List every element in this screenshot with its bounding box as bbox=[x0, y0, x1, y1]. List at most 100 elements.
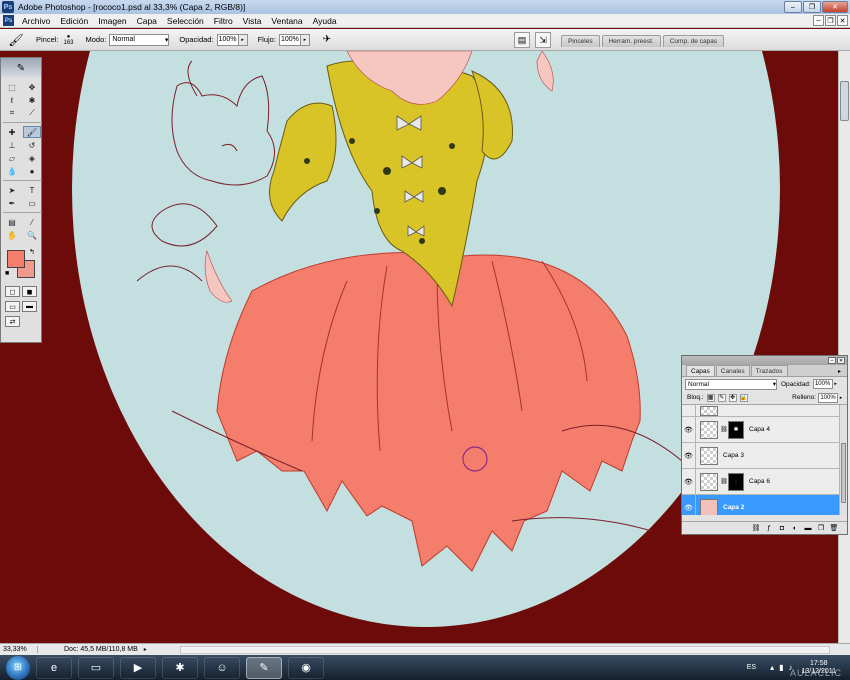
standard-mode-icon[interactable]: ◻ bbox=[5, 286, 20, 297]
lock-position-icon[interactable]: ✥ bbox=[728, 393, 737, 402]
bridge-icon[interactable]: ⇲ bbox=[535, 32, 551, 48]
notes-tool-icon[interactable]: ▤ bbox=[3, 216, 21, 228]
default-colors-icon[interactable]: ■ bbox=[5, 270, 9, 277]
chain-link-icon[interactable]: ⛓ bbox=[720, 478, 728, 485]
mode-select[interactable]: Normal ▾ bbox=[109, 33, 170, 46]
menu-vista[interactable]: Vista bbox=[238, 16, 267, 26]
language-indicator[interactable]: ES bbox=[747, 664, 756, 671]
healing-brush-tool-icon[interactable]: ✚ bbox=[3, 126, 21, 138]
menu-edicion[interactable]: Edición bbox=[55, 16, 93, 26]
tab-capas[interactable]: Capas bbox=[686, 365, 715, 376]
chain-link-icon[interactable]: ⛓ bbox=[720, 426, 728, 433]
new-group-icon[interactable]: ▬ bbox=[803, 525, 813, 532]
tab-canales[interactable]: Canales bbox=[715, 365, 750, 376]
lock-pixels-icon[interactable]: ✎ bbox=[717, 393, 726, 402]
tray-arrow-icon[interactable]: ▴ bbox=[770, 663, 774, 672]
media-player-icon[interactable]: ▶ bbox=[120, 656, 156, 679]
quick-mask-icon[interactable]: ◼ bbox=[22, 286, 37, 297]
messenger-icon[interactable]: ☺ bbox=[204, 656, 240, 679]
doc-minimize-button[interactable]: – bbox=[813, 15, 824, 26]
network-icon[interactable]: ▮ bbox=[779, 663, 783, 672]
zoom-level[interactable]: 33,33% bbox=[0, 646, 38, 653]
hand-tool-icon[interactable]: ✋ bbox=[3, 229, 21, 241]
screen-mode-icon[interactable]: ▭ bbox=[5, 301, 20, 312]
layers-scroll-thumb[interactable] bbox=[841, 443, 846, 503]
menu-imagen[interactable]: Imagen bbox=[93, 16, 131, 26]
dodge-tool-icon[interactable]: ● bbox=[23, 165, 41, 177]
airbrush-icon[interactable]: ✈ bbox=[320, 33, 334, 47]
layer-opacity-slider-button[interactable]: ▸ bbox=[833, 379, 839, 389]
layer-row[interactable]: 👁 ⛓ ✱ Capa 4 bbox=[682, 416, 847, 443]
internet-explorer-icon[interactable]: e bbox=[36, 656, 72, 679]
layer-row-selected[interactable]: 👁 Capa 2 bbox=[682, 494, 847, 515]
feather-logo-icon[interactable]: ✎ bbox=[1, 58, 41, 78]
blur-tool-icon[interactable]: 💧 bbox=[3, 165, 21, 177]
panel-close-button[interactable]: ✕ bbox=[837, 357, 845, 364]
restore-button[interactable]: ❐ bbox=[803, 1, 821, 13]
eye-icon[interactable] bbox=[682, 405, 696, 417]
document-icon[interactable]: Ps bbox=[3, 15, 14, 26]
type-tool-icon[interactable]: T bbox=[23, 184, 41, 196]
path-selection-tool-icon[interactable]: ➤ bbox=[3, 184, 21, 196]
photoshop-task-icon[interactable]: ✎ bbox=[246, 656, 282, 679]
new-layer-icon[interactable]: ❐ bbox=[816, 524, 826, 532]
slice-tool-icon[interactable]: ⟋ bbox=[23, 107, 41, 119]
doc-restore-button[interactable]: ❐ bbox=[825, 15, 836, 26]
lasso-tool-icon[interactable]: ℓ bbox=[3, 94, 21, 106]
marquee-tool-icon[interactable]: ⬚ bbox=[3, 81, 21, 93]
well-tab-composiciones[interactable]: Comp. de capas bbox=[662, 35, 725, 47]
brush-tool-icon[interactable]: 🖌 bbox=[23, 126, 41, 138]
history-brush-tool-icon[interactable]: ↺ bbox=[23, 139, 41, 151]
panel-menu-icon[interactable]: ▸ bbox=[835, 367, 844, 375]
layers-panel-titlebar[interactable]: – ✕ bbox=[682, 356, 847, 365]
file-explorer-icon[interactable]: ▭ bbox=[78, 656, 114, 679]
eraser-tool-icon[interactable]: ▱ bbox=[3, 152, 21, 164]
fill-slider-button[interactable]: ▸ bbox=[838, 393, 844, 403]
brush-picker[interactable]: ● 163 bbox=[62, 32, 76, 48]
lock-transparency-icon[interactable]: ▦ bbox=[706, 393, 715, 402]
vertical-scrollbar[interactable] bbox=[838, 51, 850, 643]
well-tab-herramientas[interactable]: Herram. preest. bbox=[601, 35, 661, 47]
palette-icon[interactable]: ▤ bbox=[514, 32, 530, 48]
panel-minimize-button[interactable]: – bbox=[828, 357, 836, 364]
layer-mask-thumbnail[interactable]: · bbox=[728, 472, 744, 491]
jump-to-imageready-icon[interactable]: ⇄ bbox=[5, 316, 20, 327]
move-tool-icon[interactable]: ✥ bbox=[23, 81, 41, 93]
eye-icon[interactable]: 👁 bbox=[682, 442, 696, 469]
layers-scrollbar[interactable] bbox=[839, 405, 847, 515]
zoom-tool-icon[interactable]: 🔍 bbox=[23, 229, 41, 241]
flow-input[interactable]: 100% bbox=[278, 33, 301, 46]
layer-opacity-input[interactable]: 100% bbox=[812, 379, 833, 389]
layer-style-icon[interactable]: ƒ bbox=[764, 525, 774, 532]
brush-tool-preset-icon[interactable]: 🖌 bbox=[6, 31, 26, 49]
app-icon[interactable]: ✱ bbox=[162, 656, 198, 679]
menu-ayuda[interactable]: Ayuda bbox=[308, 16, 342, 26]
delete-layer-icon[interactable]: 🗑 bbox=[829, 524, 839, 532]
opacity-slider-button[interactable]: ▸ bbox=[238, 33, 248, 46]
foreground-color-swatch[interactable] bbox=[7, 250, 25, 268]
add-mask-icon[interactable]: ◘ bbox=[777, 525, 787, 532]
adjustment-layer-icon[interactable]: ◐ bbox=[790, 525, 800, 532]
well-tab-pinceles[interactable]: Pinceles bbox=[561, 35, 600, 47]
menu-seleccion[interactable]: Selección bbox=[162, 16, 209, 26]
vertical-scroll-thumb[interactable] bbox=[840, 81, 849, 121]
horizontal-scrollbar[interactable] bbox=[180, 646, 830, 654]
fill-input[interactable]: 100% bbox=[818, 392, 838, 403]
swap-colors-icon[interactable]: ↰ bbox=[29, 248, 35, 256]
crop-tool-icon[interactable]: ⌗ bbox=[3, 107, 21, 119]
blend-mode-select[interactable]: Normal ▾ bbox=[685, 378, 777, 390]
clone-stamp-tool-icon[interactable]: ⊥ bbox=[3, 139, 21, 151]
tab-trazados[interactable]: Trazados bbox=[750, 365, 788, 376]
menu-archivo[interactable]: Archivo bbox=[17, 16, 55, 26]
layer-row[interactable]: 👁 ⛓ · Capa 6 bbox=[682, 468, 847, 495]
layer-row[interactable]: 👁 Capa 3 bbox=[682, 442, 847, 469]
paint-bucket-tool-icon[interactable]: ◈ bbox=[23, 152, 41, 164]
opacity-input[interactable]: 100% bbox=[216, 33, 239, 46]
pen-tool-icon[interactable]: ✒ bbox=[3, 197, 21, 209]
doc-close-button[interactable]: ✕ bbox=[837, 15, 848, 26]
menu-ventana[interactable]: Ventana bbox=[266, 16, 307, 26]
menu-capa[interactable]: Capa bbox=[132, 16, 162, 26]
status-menu-icon[interactable]: ▸ bbox=[144, 646, 147, 653]
link-layers-icon[interactable]: ⛓ bbox=[751, 524, 761, 532]
magic-wand-tool-icon[interactable]: ✱ bbox=[23, 94, 41, 106]
